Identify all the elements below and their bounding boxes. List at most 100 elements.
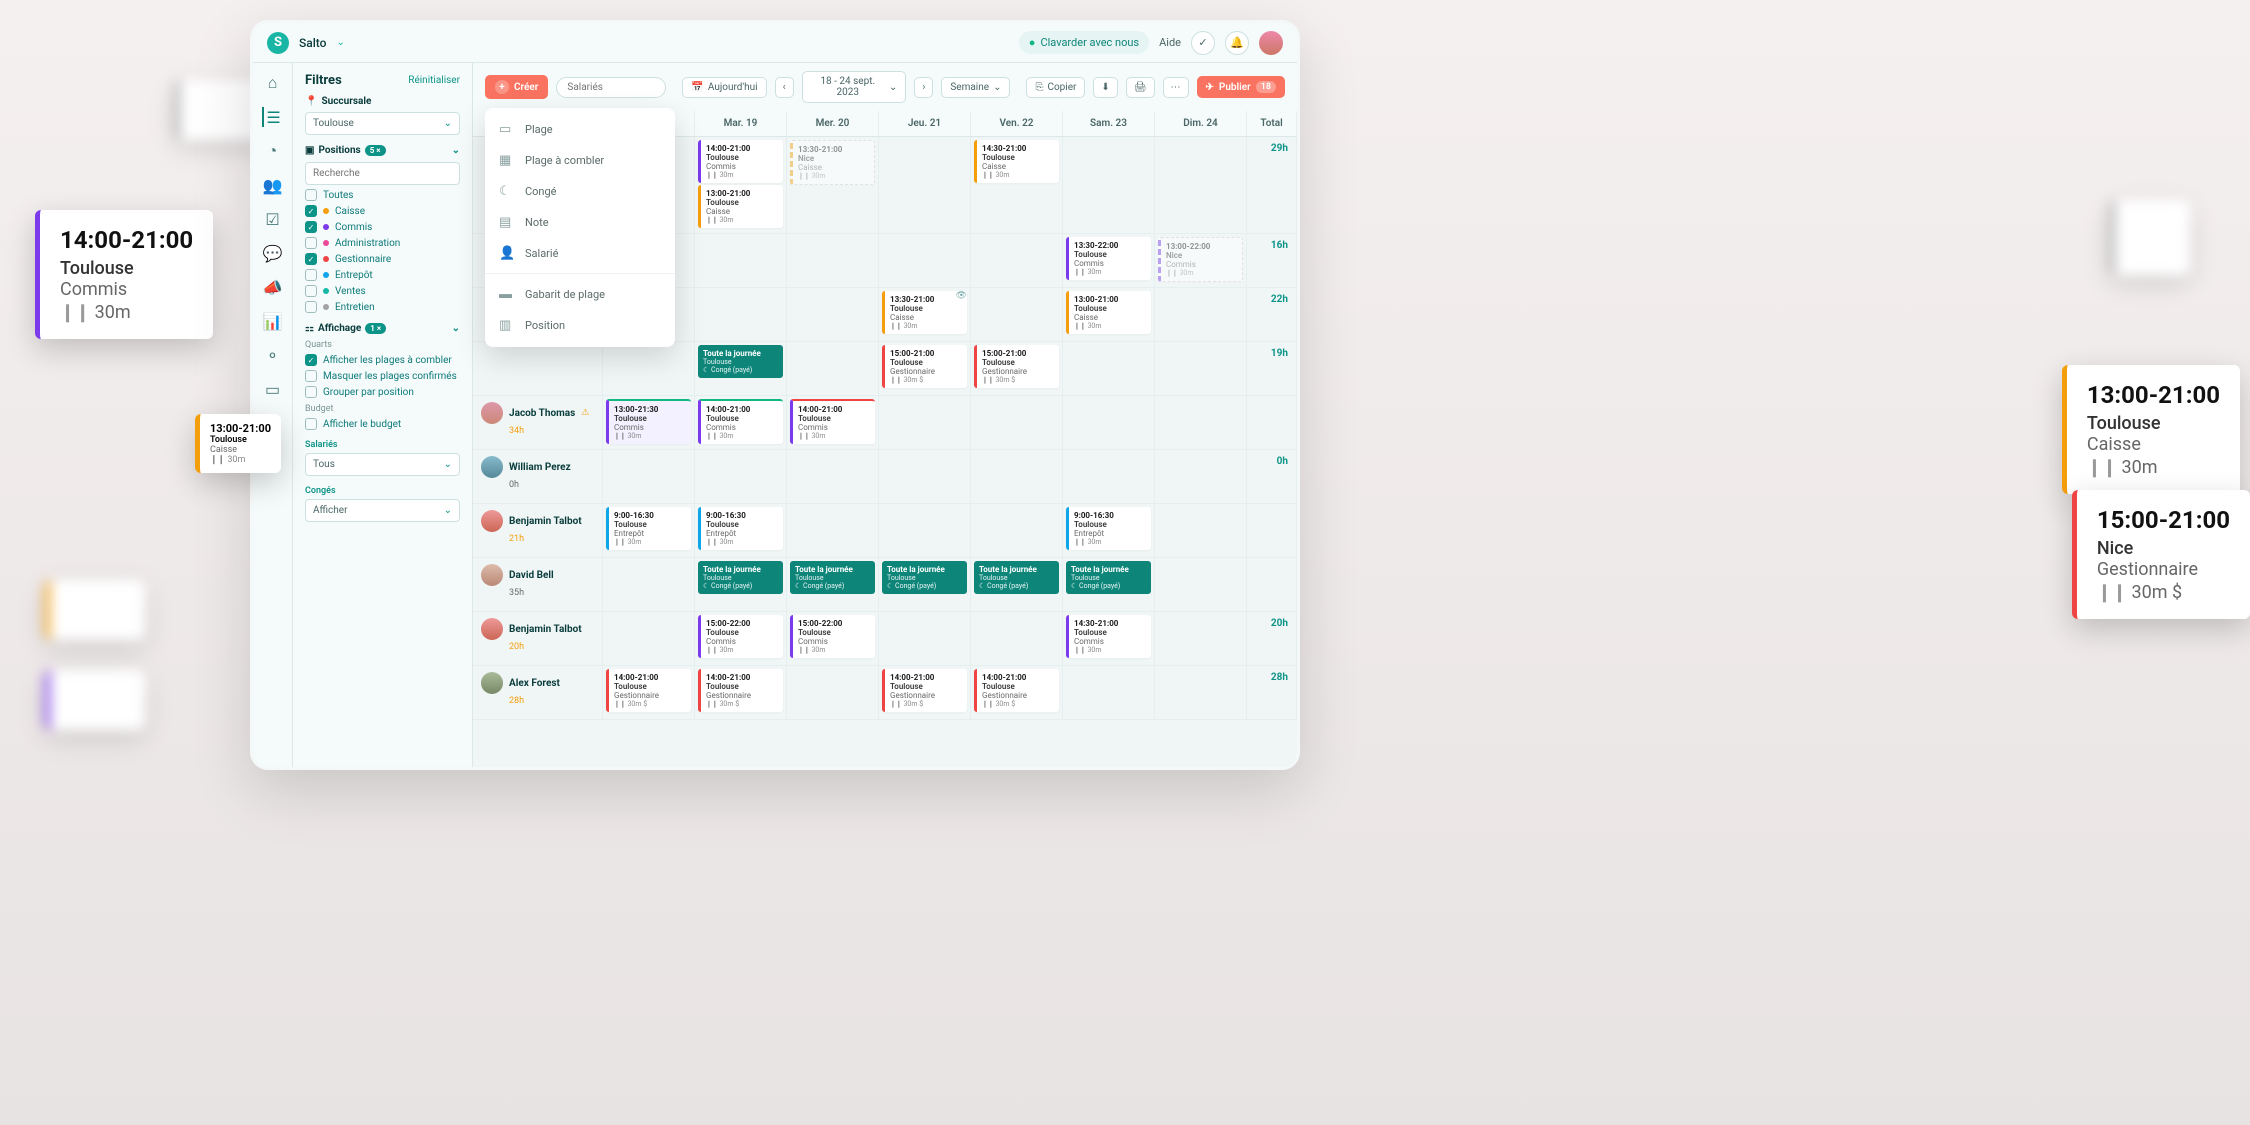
- bell-icon[interactable]: 🔔: [1225, 31, 1249, 55]
- checkbox-admin[interactable]: Administration: [305, 237, 460, 249]
- employee-cell[interactable]: Benjamin Talbot21h: [473, 504, 603, 557]
- checkbox-entretien[interactable]: Entretien: [305, 301, 460, 313]
- megaphone-icon[interactable]: 📣: [263, 277, 283, 297]
- total-header: Total: [1247, 111, 1297, 136]
- shift-duration: 30m: [60, 302, 193, 323]
- shift-cell[interactable]: Toute la journéeToulouse☾ Congé (payé): [787, 558, 879, 611]
- brand-name[interactable]: Salto: [299, 36, 326, 50]
- user-avatar[interactable]: [1259, 31, 1283, 55]
- shift-cell[interactable]: 15:00-21:00ToulouseGestionnaire30m $: [879, 342, 971, 395]
- template-icon: ▬: [499, 286, 515, 302]
- shift-cell[interactable]: Toute la journéeToulouse☾ Congé (payé): [971, 558, 1063, 611]
- shift-cell[interactable]: 15:00-22:00ToulouseCommis30m: [695, 612, 787, 665]
- shift-cell[interactable]: 13:00-21:30ToulouseCommis30m: [603, 396, 695, 449]
- shift-cell[interactable]: Toute la journéeToulouse☾ Congé (payé): [1063, 558, 1155, 611]
- menu-conge[interactable]: ☾Congé: [485, 176, 675, 207]
- home-icon[interactable]: ⌂: [263, 73, 283, 93]
- ghost-card: [45, 580, 145, 640]
- menu-plage[interactable]: ▭Plage: [485, 114, 675, 145]
- day-header: Dim. 24: [1155, 111, 1247, 136]
- employee-cell[interactable]: Alex Forest28h: [473, 666, 603, 719]
- shift-cell[interactable]: 15:00-22:00ToulouseCommis30m: [787, 612, 879, 665]
- shift-cell[interactable]: 14:30-21:00ToulouseCaisse30m: [971, 137, 1063, 233]
- employee-cell[interactable]: David Bell35h: [473, 558, 603, 611]
- shift-cell[interactable]: 14:00-21:00ToulouseGestionnaire30m $: [971, 666, 1063, 719]
- shift-cell[interactable]: 14:00-21:00ToulouseCommis30m 13:00-21:00…: [695, 137, 787, 233]
- checkbox-group[interactable]: Grouper par position: [305, 386, 460, 398]
- schedule-icon[interactable]: ☰: [262, 107, 282, 127]
- checkbox-all[interactable]: Toutes: [305, 189, 460, 201]
- shift-cell[interactable]: 👁13:30-21:00ToulouseCaisse30m: [879, 288, 971, 341]
- shift-cell[interactable]: 14:00-21:00ToulouseGestionnaire30m $: [603, 666, 695, 719]
- reset-link[interactable]: Réinitialiser: [408, 75, 460, 86]
- menu-gabarit[interactable]: ▬Gabarit de plage: [485, 278, 675, 310]
- shift-cell[interactable]: 13:30-21:00NiceCaisse30m: [787, 137, 879, 233]
- positions-label: ▣Positions5 ×⌄: [305, 145, 460, 156]
- chevron-down-icon[interactable]: ⌄: [336, 37, 344, 48]
- today-button[interactable]: 📅 Aujourd'hui: [682, 77, 766, 98]
- chat-icon[interactable]: 💬: [263, 243, 283, 263]
- chevron-down-icon[interactable]: ⌄: [452, 145, 460, 156]
- filters-title: Filtres: [305, 73, 342, 88]
- more-button[interactable]: ⋯: [1163, 77, 1189, 98]
- shift-cell[interactable]: 14:00-21:00ToulouseGestionnaire30m $: [695, 666, 787, 719]
- shift-cell[interactable]: 14:30-21:00ToulouseCommis30m: [1063, 612, 1155, 665]
- chevron-down-icon[interactable]: ⌄: [452, 323, 460, 334]
- clock-icon[interactable]: ◔: [263, 141, 283, 161]
- shift-cell[interactable]: 14:00-21:00ToulouseCommis30m: [695, 396, 787, 449]
- checkbox-gest[interactable]: ✓Gestionnaire: [305, 253, 460, 265]
- app-logo: S: [267, 32, 289, 54]
- employee-cell[interactable]: William Perez0h: [473, 450, 603, 503]
- checkbox-hide[interactable]: Masquer les plages confirmés: [305, 370, 460, 382]
- checkbox-commis[interactable]: ✓Commis: [305, 221, 460, 233]
- shift-cell[interactable]: 13:30-22:00ToulouseCommis30m: [1063, 234, 1155, 287]
- employee-cell[interactable]: Benjamin Talbot20h: [473, 612, 603, 665]
- view-select[interactable]: Semaine ⌄: [941, 77, 1010, 98]
- copy-button[interactable]: ⎘ Copier: [1026, 77, 1085, 98]
- next-button[interactable]: ›: [914, 77, 933, 98]
- position-search[interactable]: [305, 162, 460, 185]
- employee-cell[interactable]: Jacob Thomas ⚠34h: [473, 396, 603, 449]
- card-icon[interactable]: ▭: [263, 379, 283, 399]
- shift-cell[interactable]: Toute la journéeToulouse☾ Congé (payé): [695, 558, 787, 611]
- shift-cell[interactable]: 9:00-16:30ToulouseEntrepôt30m: [1063, 504, 1155, 557]
- shift-cell[interactable]: 9:00-16:30ToulouseEntrepôt30m: [695, 504, 787, 557]
- menu-salarie[interactable]: 👤Salarié: [485, 238, 675, 269]
- shift-cell[interactable]: 14:00-21:00ToulouseGestionnaire30m $: [879, 666, 971, 719]
- row-total: 20h: [1247, 612, 1297, 665]
- shift-time: 14:00-21:00: [60, 226, 193, 254]
- shift-cell[interactable]: Toute la journéeToulouse☾ Congé (payé): [879, 558, 971, 611]
- shift-cell[interactable]: Toute la journéeToulouse☾ Congé (payé): [695, 342, 787, 395]
- orgchart-icon[interactable]: ⚬: [263, 345, 283, 365]
- shift-cell[interactable]: 9:00-16:30ToulouseEntrepôt30m: [603, 504, 695, 557]
- checklist-icon[interactable]: ☑: [263, 209, 283, 229]
- checkbox-caisse[interactable]: ✓Caisse: [305, 205, 460, 217]
- shift-cell[interactable]: 13:00-22:00NiceCommis30m: [1155, 234, 1247, 287]
- checkbox-entrepot[interactable]: Entrepôt: [305, 269, 460, 281]
- branch-select[interactable]: Toulouse ⌄: [305, 112, 460, 135]
- shift-cell[interactable]: 13:00-21:00ToulouseCaisse30m: [1063, 288, 1155, 341]
- prev-button[interactable]: ‹: [775, 77, 794, 98]
- menu-position[interactable]: ▥Position: [485, 310, 675, 341]
- check-icon[interactable]: ✓: [1191, 31, 1215, 55]
- menu-combler[interactable]: ▦Plage à combler: [485, 145, 675, 176]
- pin-icon: 📍: [305, 96, 317, 107]
- shift-cell[interactable]: 14:00-21:00ToulouseCommis30m: [787, 396, 879, 449]
- people-icon[interactable]: 👥: [263, 175, 283, 195]
- salaries-select[interactable]: Tous⌄: [305, 453, 460, 476]
- menu-note[interactable]: ▤Note: [485, 207, 675, 238]
- create-button[interactable]: Créer: [485, 75, 548, 99]
- print-button[interactable]: 🖨: [1126, 77, 1155, 98]
- publish-button[interactable]: ✈ Publier18: [1197, 76, 1285, 98]
- checkbox-budget[interactable]: Afficher le budget: [305, 418, 460, 430]
- chat-button[interactable]: Clavarder avec nous: [1019, 31, 1149, 54]
- date-range[interactable]: 18 - 24 sept. 2023 ⌄: [802, 71, 907, 103]
- download-button[interactable]: ⬇: [1093, 77, 1117, 98]
- chart-icon[interactable]: 📊: [263, 311, 283, 331]
- checkbox-ventes[interactable]: Ventes: [305, 285, 460, 297]
- help-link[interactable]: Aide: [1159, 36, 1181, 49]
- shift-cell[interactable]: 15:00-21:00ToulouseGestionnaire30m $: [971, 342, 1063, 395]
- checkbox-fill[interactable]: ✓Afficher les plages à combler: [305, 354, 460, 366]
- leave-select[interactable]: Afficher⌄: [305, 499, 460, 522]
- employee-search[interactable]: [556, 77, 666, 98]
